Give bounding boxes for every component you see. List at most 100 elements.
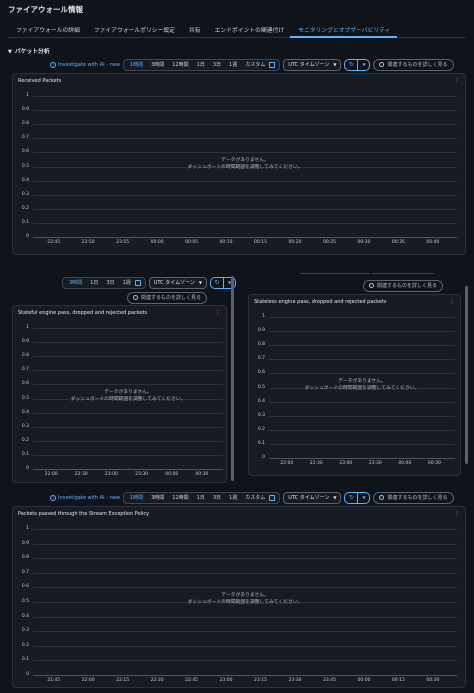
y-tick-label: 0.8 xyxy=(21,555,29,561)
range-12h[interactable]: 12時間 xyxy=(168,494,192,501)
range-3h[interactable]: 3時間 xyxy=(147,61,168,68)
investigate-ai-link[interactable]: i Investigate with AI - new xyxy=(50,494,120,501)
explore-label: 関連するものを詳しく見る xyxy=(387,62,448,68)
caret-down-icon: ▼ xyxy=(8,49,12,55)
gridline xyxy=(33,645,457,647)
tab-firewall-policy-settings[interactable]: ファイアウォールポリシー設定 xyxy=(86,22,181,38)
section-packet-analysis[interactable]: ▼ パケット分析 xyxy=(8,46,50,55)
x-tick-label: 00:00 xyxy=(150,240,164,245)
gridline xyxy=(269,401,455,403)
explore-related-button[interactable]: 関連するものを詳しく見る xyxy=(363,279,444,292)
y-tick-label: 0.7 xyxy=(21,569,29,575)
scrollbar-right[interactable] xyxy=(465,286,468,464)
gridline xyxy=(33,384,223,386)
explore-related-button[interactable]: 関連するものを詳しく見る xyxy=(373,491,454,504)
scrollbar-left[interactable] xyxy=(231,276,234,481)
y-tick-label: 0.3 xyxy=(21,423,29,429)
x-tick-label: 22:15 xyxy=(116,678,130,683)
gridline xyxy=(33,616,457,618)
x-tick-label: 23:00 xyxy=(104,472,118,477)
range-3d[interactable]: 3日 xyxy=(209,61,225,68)
x-tick-label: 00:00 xyxy=(398,461,412,466)
x-tick-label: 23:55 xyxy=(116,240,130,245)
x-tick-label: 22:00 xyxy=(280,461,294,466)
tab-monitoring-observability[interactable]: モニタリングとオブザーバビリティ xyxy=(290,22,397,38)
x-tick-label: 00:30 xyxy=(427,461,441,466)
range-custom[interactable]: カスタム xyxy=(241,61,269,68)
y-tick-label: 0 xyxy=(26,466,29,471)
more-options-icon[interactable]: ⋮ xyxy=(454,510,460,517)
timezone-select[interactable]: UTC タイムゾーン ▼ xyxy=(283,491,342,504)
calendar-icon[interactable] xyxy=(269,61,276,68)
range-3h[interactable]: 3時間 xyxy=(65,279,86,286)
refresh-options-icon[interactable]: ▼ xyxy=(357,59,369,70)
range-1h[interactable]: 1時間 xyxy=(126,494,147,501)
range-1h[interactable]: 1時間 xyxy=(126,61,147,68)
range-1w[interactable]: 1週 xyxy=(225,61,241,68)
more-options-icon[interactable]: ⋮ xyxy=(215,309,221,316)
chevron-down-icon: ▼ xyxy=(333,62,337,67)
tab-endpoint-associations[interactable]: エンドポイントの関連付け xyxy=(207,22,291,38)
y-tick-label: 0 xyxy=(262,455,265,460)
range-1w[interactable]: 1週 xyxy=(225,494,241,501)
refresh-icon[interactable]: ↻ xyxy=(211,278,223,288)
refresh-button-group: ↻ ▼ xyxy=(344,491,371,504)
x-tick-label: 22:30 xyxy=(309,461,323,466)
y-tick-label: 0.9 xyxy=(21,540,29,546)
range-3h[interactable]: 3時間 xyxy=(147,494,168,501)
gridline xyxy=(33,328,223,329)
range-custom[interactable]: カスタム xyxy=(241,494,269,501)
timezone-select[interactable]: UTC タイムゾーン ▼ xyxy=(283,58,342,71)
y-tick-label: 0.9 xyxy=(21,339,29,345)
gridline xyxy=(33,96,457,97)
range-12h[interactable]: 12時間 xyxy=(168,61,192,68)
x-tick-label: 00:30 xyxy=(195,472,209,477)
no-data-message: データがありません。 ダッシュボードの時間範囲を調整してみてください。 xyxy=(269,378,455,392)
no-data-message: データがありません。 ダッシュボードの時間範囲を調整してみてください。 xyxy=(33,157,457,171)
range-custom-label: カスタム xyxy=(245,62,266,68)
y-tick-label: 0.1 xyxy=(21,451,29,457)
x-tick-label: 00:20 xyxy=(288,240,302,245)
calendar-icon[interactable] xyxy=(134,279,141,286)
gridline xyxy=(269,415,455,417)
refresh-icon[interactable]: ↻ xyxy=(345,493,357,503)
more-options-icon[interactable]: ⋮ xyxy=(454,77,460,84)
more-options-icon[interactable]: ⋮ xyxy=(449,298,455,305)
calendar-icon[interactable] xyxy=(269,494,276,501)
y-tick-label: 0.2 xyxy=(21,642,29,648)
refresh-options-icon[interactable]: ▼ xyxy=(357,492,369,503)
range-1d[interactable]: 1日 xyxy=(86,279,102,286)
chart-title: Received Packets xyxy=(18,78,62,84)
tab-firewall-details[interactable]: ファイアウォールの詳細 xyxy=(8,22,86,38)
gridline xyxy=(269,429,455,431)
refresh-icon[interactable]: ↻ xyxy=(345,60,357,70)
chart-title: Stateless engine pass, dropped and rejec… xyxy=(254,299,387,305)
explore-icon xyxy=(379,495,385,500)
y-tick-label: 0.5 xyxy=(21,395,29,401)
x-tick-label: 23:30 xyxy=(368,461,382,466)
dashboard-toolbar-2: 3時間 1日 3日 1週 UTC タイムゾーン ▼ ↻ ▼ xyxy=(62,276,236,289)
gridline xyxy=(269,359,455,361)
range-1w[interactable]: 1週 xyxy=(119,279,135,286)
explore-related-button[interactable]: 関連するものを詳しく見る xyxy=(373,58,454,71)
x-tick-label: 00:00 xyxy=(357,678,371,683)
y-tick-label: 0.7 xyxy=(21,367,29,373)
x-tick-label: 23:00 xyxy=(339,461,353,466)
range-3d[interactable]: 3日 xyxy=(102,279,118,286)
gridline xyxy=(269,317,455,318)
chart-plot-area: 1 0.9 0.8 0.7 0.6 0.5 0.4 0.3 0.2 0.1 0 22:00 22:30 2… xyxy=(22,325,223,477)
investigate-ai-link[interactable]: i Investigate with AI - new xyxy=(50,61,120,68)
range-3d[interactable]: 3日 xyxy=(209,494,225,501)
timezone-select[interactable]: UTC タイムゾーン ▼ xyxy=(148,276,207,289)
range-1d[interactable]: 1日 xyxy=(193,61,209,68)
gridline xyxy=(33,370,223,372)
gridline xyxy=(33,124,457,126)
tab-sharing[interactable]: 共有 xyxy=(181,22,207,38)
x-tick-label: 00:40 xyxy=(426,240,440,245)
y-tick-label: 0.6 xyxy=(21,149,29,155)
x-tick-label: 22:30 xyxy=(150,678,164,683)
explore-related-button[interactable]: 関連するものを詳しく見る xyxy=(127,291,208,304)
y-tick-label: 0.9 xyxy=(21,107,29,113)
no-data-message: データがありません。 ダッシュボードの時間範囲を調整してみてください。 xyxy=(33,592,457,606)
range-1d[interactable]: 1日 xyxy=(193,494,209,501)
